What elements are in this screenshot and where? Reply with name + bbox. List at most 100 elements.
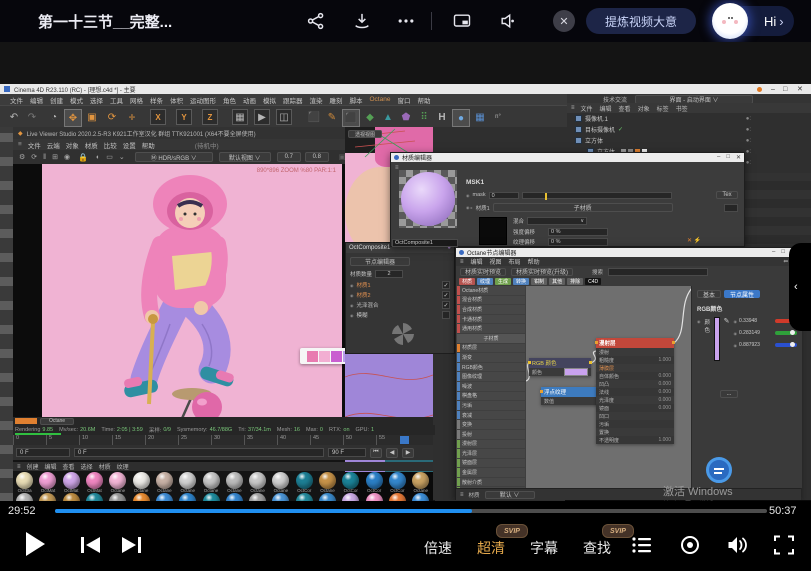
material-thumb: OctMat: [83, 471, 106, 494]
lock-icon: 🔒: [78, 153, 88, 162]
timeline-tick: 35: [244, 435, 277, 445]
composite-item-checkbox: ✓: [442, 291, 450, 299]
assistant-avatar[interactable]: [712, 3, 748, 39]
rgb-value-rows: ◉0.33948 ◉0.283149 ◉0.887923: [734, 318, 798, 354]
composite-item-label: 材质2: [357, 291, 371, 299]
player-drawer-toggle[interactable]: ‹: [789, 243, 811, 331]
node-editor-menubar: ≡ 编辑视图布局帮助 ⬅ ⬆: [456, 257, 799, 266]
palette-item: 污垢: [462, 402, 472, 409]
lv-menu-item: 帮助: [142, 140, 155, 150]
object-icon: [575, 126, 582, 133]
viewport-info-text: 890*896 ZOOM %80 PAR:1:1: [257, 168, 336, 174]
menu-item: 渲染: [310, 95, 323, 105]
search-in-video-button[interactable]: 查找: [583, 538, 611, 558]
goto-start-button: ⏮: [370, 448, 382, 458]
download-icon[interactable]: [352, 11, 372, 31]
params-color-swatch: [714, 317, 720, 361]
playlist-icon[interactable]: [632, 536, 652, 554]
offset-value: 0 %: [548, 228, 608, 236]
summarize-video-button[interactable]: 提炼视频大意: [586, 8, 696, 34]
current-time: 29:52: [8, 505, 36, 517]
node-row-value: 0.000: [658, 381, 671, 387]
node-editor-title: Octane节点编辑器: [467, 248, 516, 257]
close-assistant-icon[interactable]: ✕: [553, 10, 575, 32]
video-title: 第一十三节__完整...: [38, 11, 172, 32]
svip-badge-quality: SVIP: [496, 524, 528, 538]
play-button[interactable]: [26, 532, 45, 556]
om-menu-item: 查看: [619, 104, 631, 113]
lv-menu-item: 材质: [85, 140, 98, 150]
quality-button[interactable]: 超清: [477, 538, 505, 558]
material-thumb: OctMat: [36, 471, 59, 494]
node-title: RGB 颜色: [532, 359, 556, 367]
timeline-tick: 30: [211, 435, 244, 445]
material-count-value: 2: [375, 270, 403, 278]
bottombar-label: 材质: [469, 491, 480, 499]
color-swatch-black: [479, 217, 507, 245]
win-max: □: [726, 154, 730, 161]
transport-bar: 0 F 0 F 90 F ⏮ ◀ ▶: [13, 445, 433, 460]
matmgr-menu-item: 选择: [81, 462, 93, 471]
tex-button: Tex: [716, 191, 738, 199]
mask-slider: [522, 192, 672, 199]
seek-bar-fill: [55, 509, 472, 513]
bottombar-dropdown: 默认 ∨: [485, 491, 535, 499]
palette-item: 投射: [462, 431, 472, 438]
octane-logo: [390, 321, 416, 347]
menu-item: 工具: [110, 95, 123, 105]
notification-dot: [757, 87, 762, 92]
material-name: MSK1: [466, 179, 484, 186]
matmgr-menu-item: 查看: [63, 462, 75, 471]
lv-menu-item: 云端: [47, 140, 60, 150]
palette-item: 渐变: [462, 354, 472, 361]
picture-in-picture-icon[interactable]: [452, 11, 472, 31]
seek-bar[interactable]: [55, 509, 767, 513]
playback-speed-button[interactable]: 倍速: [424, 538, 452, 558]
palette-item: 漫射层: [462, 440, 477, 447]
timeline-tick: 0: [13, 435, 46, 445]
material-row-1: OctGlaOctMatOctMatOctMatOctaneOctaneOcta…: [13, 471, 433, 494]
timeline-playhead: [400, 436, 409, 444]
volume-icon[interactable]: [727, 535, 749, 555]
status-key: Mv/sec:: [59, 427, 78, 433]
object-name: 目标摄像机: [585, 125, 615, 134]
fullscreen-icon[interactable]: [774, 535, 794, 555]
attribute-rows: [745, 172, 811, 248]
composite-item-row: ◉ 光泽混合 ✓: [346, 300, 454, 310]
composite-item-label: 光泽混合: [357, 301, 379, 309]
colorspace-dropdown: Ⓜ HDR/sRGB ∨: [135, 152, 213, 162]
material-editor-titlebar: 材质编辑器 –□✕: [391, 153, 744, 162]
om-menu-item: 编辑: [600, 104, 612, 113]
status-value: 20.6M: [80, 427, 95, 433]
node-row-label: 数值: [544, 398, 554, 405]
palette-swatch: [331, 351, 342, 362]
material-editor-window: 材质编辑器 –□✕ ≡ MSK1 ◉ mask 0 Tex ◉ ▸ 材质1 子材…: [390, 152, 745, 247]
more-icon[interactable]: [396, 11, 416, 31]
record-dot-icon[interactable]: [680, 535, 700, 555]
previous-button[interactable]: [80, 537, 102, 553]
material-link-chip: OctComposite1: [392, 239, 458, 247]
object-manager-menubar: ≡ 文件编辑查看对象标签书签: [567, 103, 811, 113]
filter-tab: 其他: [549, 278, 565, 285]
mask-label: mask: [473, 192, 486, 198]
composite-attributes-panel: OctComposite1 ● 节点编辑器 材质数量 2 ◉ 材质1 ✓: [345, 242, 455, 354]
node-row-label: 粗糙度: [599, 357, 614, 364]
tab-basic: 基本: [697, 290, 721, 298]
palette-header: 子材质: [483, 335, 498, 342]
menu-item: 脚本: [350, 95, 363, 105]
share-icon[interactable]: [306, 11, 326, 31]
palette-item: 通用材质: [462, 325, 482, 332]
node-row-label: 法线: [599, 389, 609, 396]
status-key: Sysmemory:: [177, 427, 208, 433]
view-dropdown: 默认视图 ∨: [219, 152, 271, 162]
rgb-color-node: RGB 颜色 颜色: [529, 358, 591, 376]
read-aloud-icon[interactable]: [498, 11, 518, 31]
subtitle-button[interactable]: 字幕: [530, 538, 558, 558]
c4d-app-icon: [4, 86, 10, 92]
next-button[interactable]: [120, 537, 142, 553]
c4d-titlebar: Cinema 4D R23.110 (RC) - [理想.c4d *] - 主要…: [0, 84, 811, 94]
menu-item: 模拟: [263, 95, 276, 105]
summarize-label: 提炼视频大意: [605, 13, 677, 30]
lv-menu-item: 设置: [123, 140, 136, 150]
timeline-tick: 45: [310, 435, 343, 445]
